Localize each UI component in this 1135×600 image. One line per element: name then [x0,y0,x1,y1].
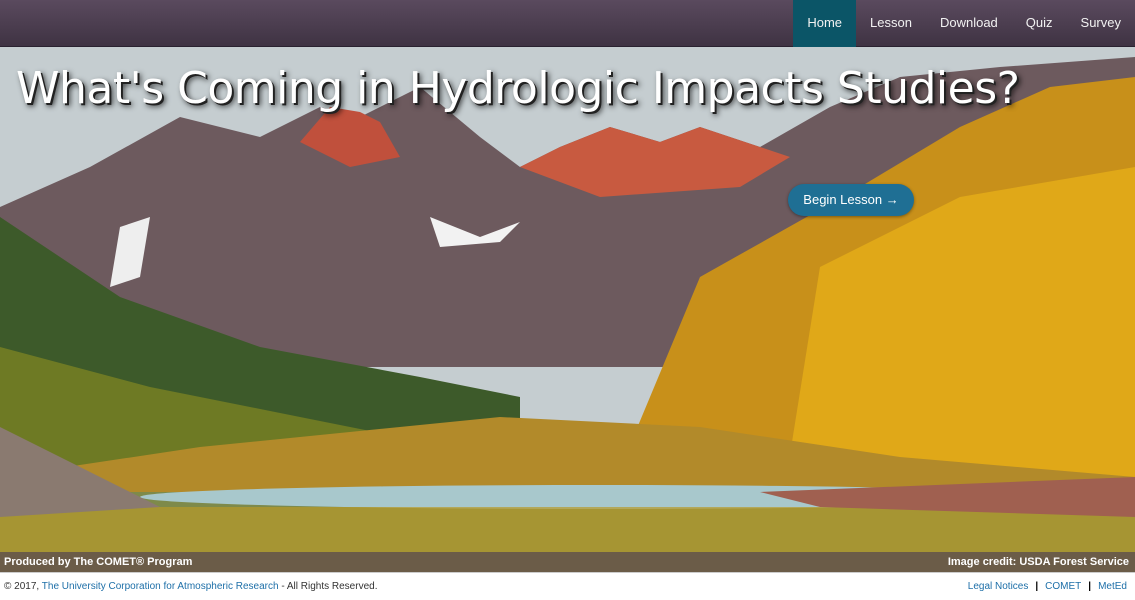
top-navigation-bar: Home Lesson Download Quiz Survey [0,0,1135,47]
ucar-link[interactable]: The University Corporation for Atmospher… [42,581,279,592]
nav-quiz[interactable]: Quiz [1012,0,1067,47]
meted-link[interactable]: MetEd [1098,573,1127,600]
nav-survey[interactable]: Survey [1067,0,1135,47]
footer: © 2017, The University Corporation for A… [0,572,1135,600]
hero-landscape-image [0,47,1135,552]
footer-links: Legal Notices | COMET | MetEd [968,573,1127,600]
produced-by-credit: Produced by The COMET® Program [4,556,193,568]
copyright-suffix: - All Rights Reserved. [278,581,378,592]
copyright-prefix: © 2017, [4,581,42,592]
nav-home[interactable]: Home [793,0,857,47]
begin-lesson-button[interactable]: Begin Lesson → [788,184,914,216]
credit-bar: Produced by The COMET® Program Image cre… [0,552,1135,572]
copyright: © 2017, The University Corporation for A… [4,573,377,600]
hero-banner: What's Coming in Hydrologic Impacts Stud… [0,47,1135,552]
divider: | [1035,581,1039,592]
nav-lesson[interactable]: Lesson [856,0,926,47]
comet-link[interactable]: COMET [1045,573,1081,600]
divider: | [1088,581,1092,592]
main-nav: Home Lesson Download Quiz Survey [793,0,1135,47]
nav-download[interactable]: Download [926,0,1012,47]
page-title: What's Coming in Hydrologic Impacts Stud… [16,63,1020,114]
legal-notices-link[interactable]: Legal Notices [968,573,1029,600]
image-credit: Image credit: USDA Forest Service [947,556,1129,568]
